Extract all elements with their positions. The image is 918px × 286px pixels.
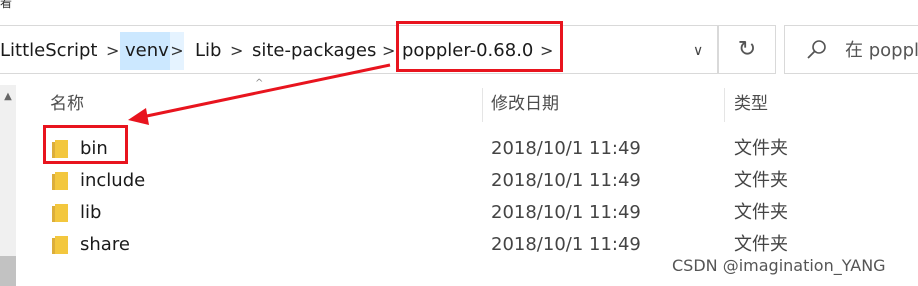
watermark: CSDN @imagination_YANG <box>672 256 886 275</box>
annotation-arrow <box>128 63 391 125</box>
